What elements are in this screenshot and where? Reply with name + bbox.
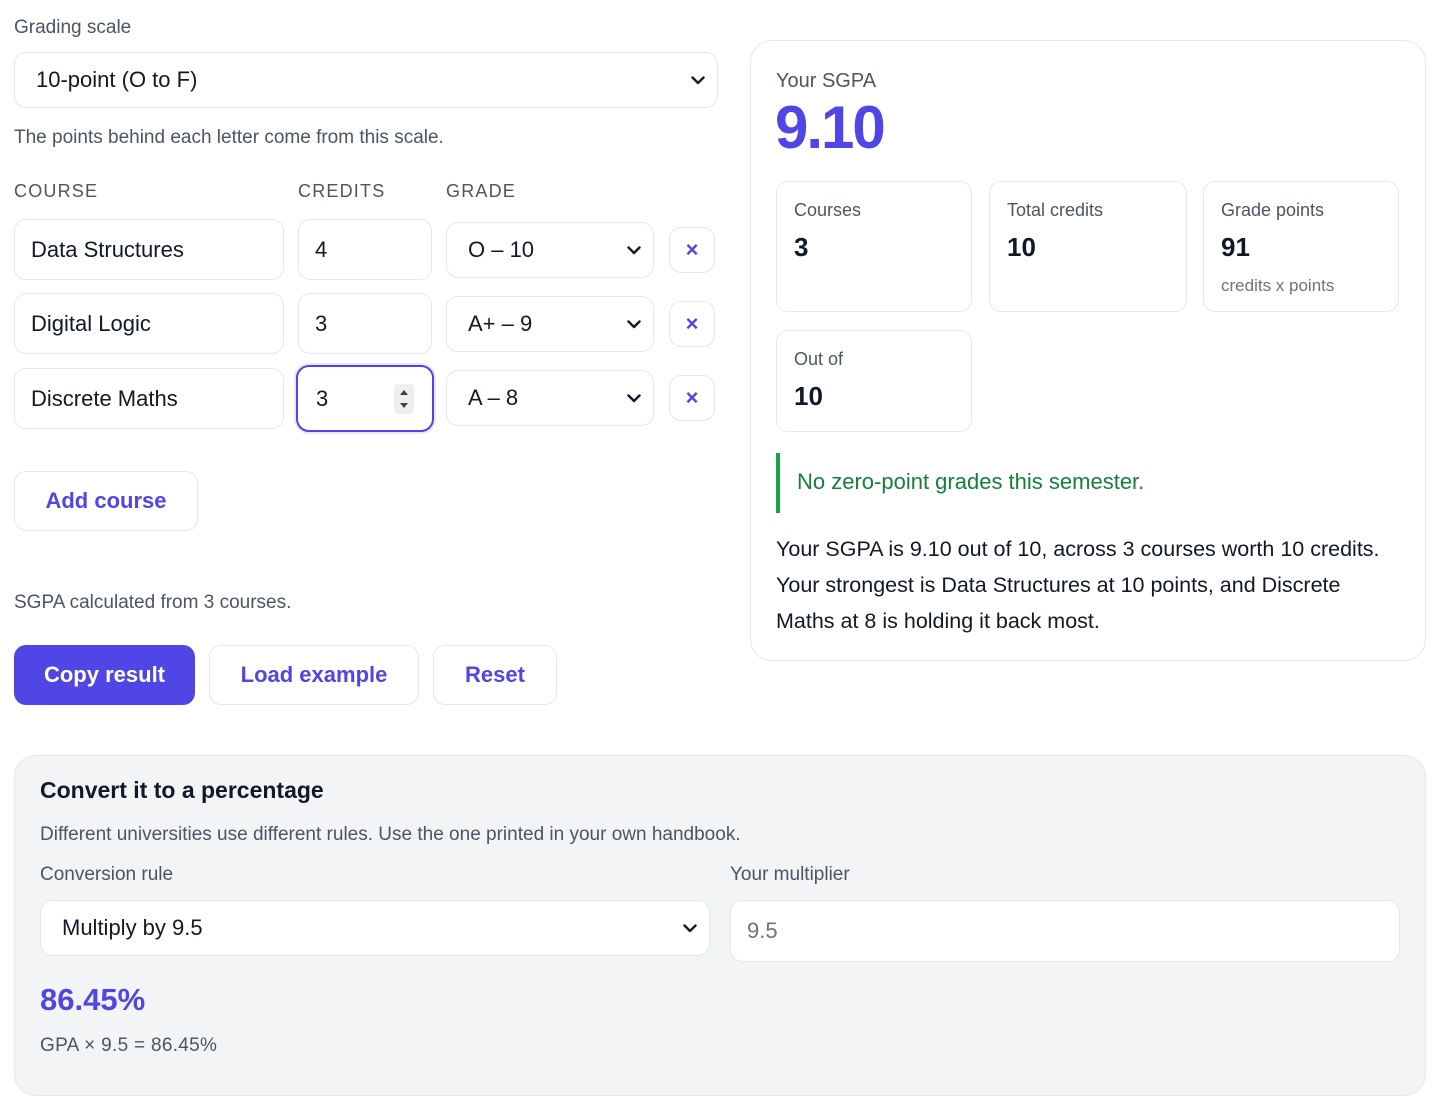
summary-line: Your SGPA is 9.10 out of 10, across 3 co… [776,537,1380,561]
column-header-course: COURSE [14,181,99,201]
credits-input-focused[interactable]: 3 [296,365,434,432]
chevron-down-icon [627,391,641,405]
convert-title: Convert it to a percentage [40,777,324,803]
grading-helper-text: The points behind each letter come from … [14,127,444,148]
summary-line: Your strongest is Data Structures at 10 … [776,573,1341,597]
chevron-down-icon [627,243,641,257]
chevron-down-icon [691,73,705,87]
close-icon: × [685,237,699,262]
course-name-input[interactable]: Digital Logic [14,293,284,354]
sgpa-value: 9.10 [775,94,886,161]
credits-input[interactable]: 3 [298,293,432,354]
conversion-rule-value: Multiply by 9.5 [62,915,203,940]
stat-label: Out of [794,349,844,369]
stat-courses: Courses 3 [776,181,972,312]
stat-sub: credits x points [1221,276,1335,295]
chevron-down-icon [683,921,697,935]
convert-section: Convert it to a percentage Different uni… [14,755,1426,1096]
course-name-value: Digital Logic [31,310,151,336]
load-example-button[interactable]: Load example [209,645,419,705]
stat-value: 10 [794,381,823,411]
stat-value: 3 [794,232,809,262]
multiplier-label: Your multiplier [730,864,850,885]
stat-total-credits: Total credits 10 [989,181,1187,312]
reset-button[interactable]: Reset [433,645,557,705]
calc-note: SGPA calculated from 3 courses. [14,592,292,613]
stepper-icon[interactable] [394,383,414,414]
stat-value: 91 [1221,232,1250,262]
course-name-input[interactable]: Data Structures [14,219,284,280]
grading-scale-label: Grading scale [14,17,132,38]
grade-value: A+ – 9 [468,311,533,336]
grading-scale-value: 10-point (O to F) [36,67,198,92]
stat-value: 10 [1007,232,1036,262]
column-header-credits: CREDITS [298,181,386,201]
convert-description: Different universities use different rul… [40,824,741,845]
result-summary: Your SGPA is 9.10 out of 10, across 3 co… [776,531,1406,639]
grade-select[interactable]: O – 10 [446,222,654,278]
percentage-formula: GPA × 9.5 = 86.45% [40,1035,218,1056]
grade-value: O – 10 [468,237,535,262]
result-title: Your SGPA [776,70,877,92]
credits-value: 4 [315,236,328,262]
credits-value: 3 [315,310,328,336]
close-icon: × [685,311,699,336]
add-course-button[interactable]: Add course [14,471,198,531]
summary-line: Maths at 8 is holding it back most. [776,609,1100,633]
course-name-value: Data Structures [31,236,184,262]
multiplier-input[interactable]: 9.5 [730,900,1400,962]
stat-label: Grade points [1221,200,1325,220]
grade-select[interactable]: A – 8 [446,370,654,426]
remove-course-button[interactable]: × [669,375,715,421]
percentage-value: 86.45% [40,982,146,1017]
close-icon: × [685,385,699,410]
stat-label: Courses [794,200,862,220]
stat-out-of: Out of 10 [776,330,972,432]
stat-grade-points: Grade points 91 credits x points [1203,181,1399,312]
grading-scale-select[interactable]: 10-point (O to F) [14,52,718,108]
course-name-value: Discrete Maths [31,385,178,411]
conversion-rule-select[interactable]: Multiply by 9.5 [40,900,710,956]
notice-text: No zero-point grades this semester. [797,469,1145,494]
notice-callout: No zero-point grades this semester. [776,453,1396,513]
grade-select[interactable]: A+ – 9 [446,296,654,352]
result-card: Your SGPA 9.10 Courses 3 Total credits 1… [750,40,1426,661]
grade-value: A – 8 [468,385,519,410]
course-name-input[interactable]: Discrete Maths [14,368,284,429]
conversion-rule-label: Conversion rule [40,864,174,885]
credits-value: 3 [316,385,329,411]
remove-course-button[interactable]: × [669,227,715,273]
multiplier-value: 9.5 [747,918,778,943]
remove-course-button[interactable]: × [669,301,715,347]
chevron-down-icon [627,317,641,331]
stat-label: Total credits [1007,200,1104,220]
column-header-grade: GRADE [446,181,517,201]
copy-result-button[interactable]: Copy result [14,645,195,705]
credits-input[interactable]: 4 [298,219,432,280]
